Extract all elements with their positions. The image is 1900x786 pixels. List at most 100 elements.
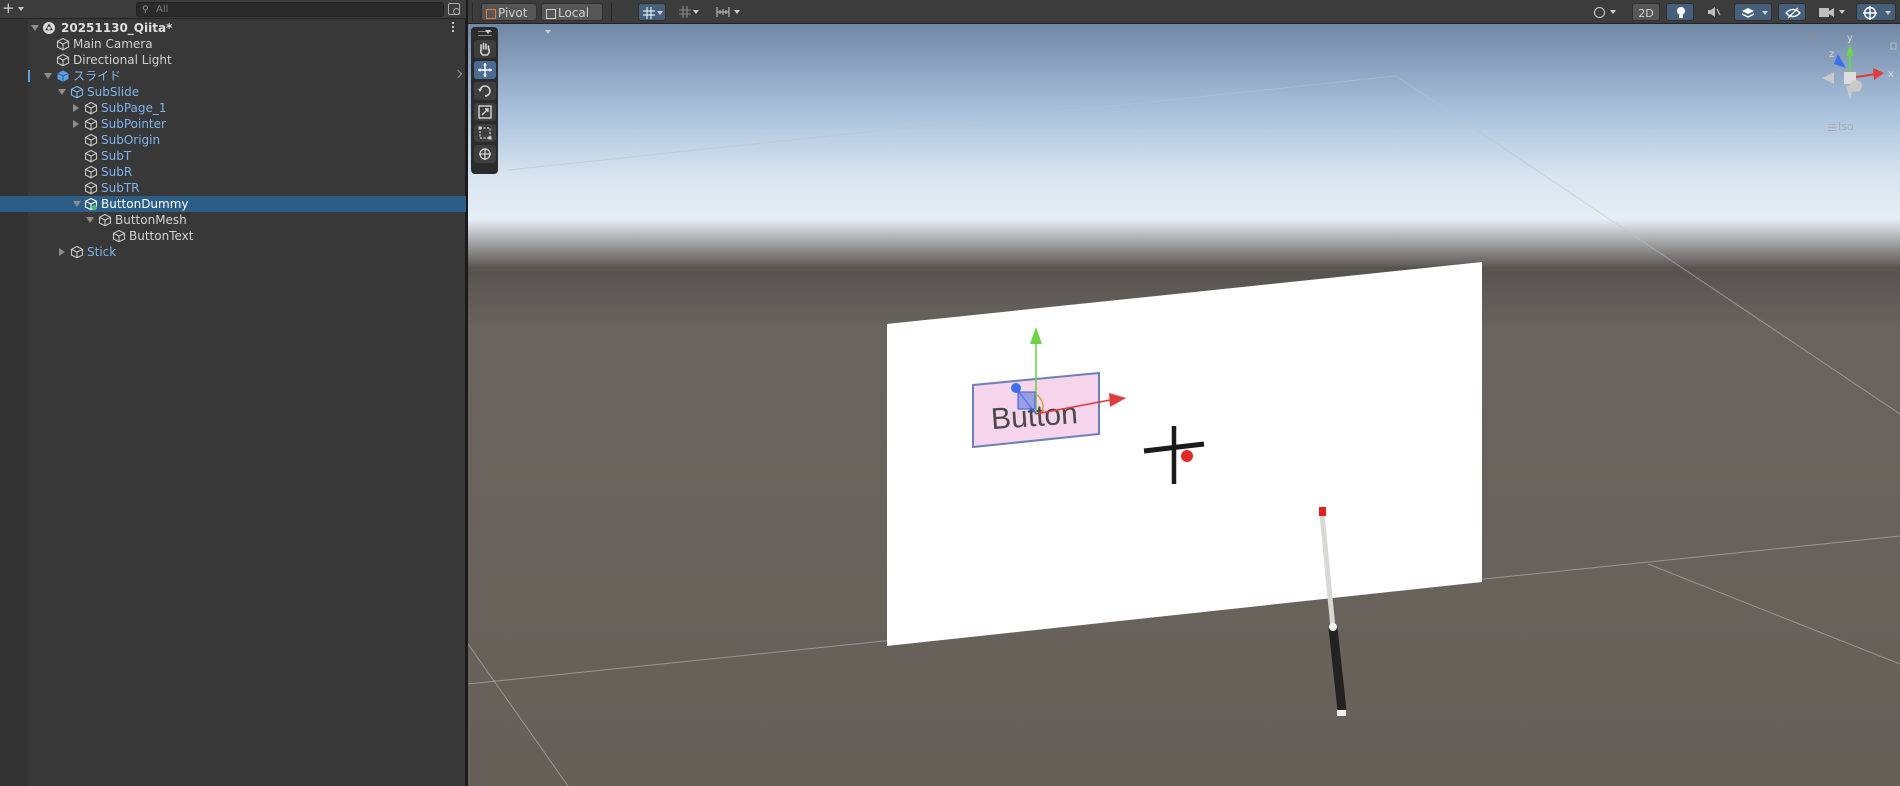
expand-arrow-icon[interactable]: [58, 89, 66, 95]
chevron-down-icon: [18, 7, 24, 11]
hierarchy-search-field[interactable]: ⚲: [136, 2, 444, 17]
skybox: [468, 24, 1900, 219]
grid-snapping-button[interactable]: [638, 3, 666, 21]
hierarchy-item-subt[interactable]: SubT: [0, 148, 466, 164]
move-tool-button[interactable]: [473, 61, 496, 79]
unity-scene-icon: [43, 22, 55, 34]
snap-icon: [679, 6, 691, 18]
cube-icon: [70, 85, 84, 99]
hierarchy-item-buttonmesh[interactable]: ButtonMesh: [0, 212, 466, 228]
scene-name: 20251130_Qiita*: [61, 21, 173, 35]
gizmo-lock-icon[interactable]: [1890, 42, 1897, 50]
item-label: SubOrigin: [101, 133, 161, 147]
kebab-menu-icon[interactable]: [451, 22, 455, 34]
item-label: SubPointer: [101, 117, 166, 131]
item-label: SubT: [101, 149, 132, 163]
hierarchy-item-suborigin[interactable]: SubOrigin: [0, 132, 466, 148]
item-label: Stick: [87, 245, 117, 259]
transform-tool-button[interactable]: [473, 145, 496, 163]
gizmo-y-label: y: [1847, 33, 1853, 44]
search-input[interactable]: [156, 3, 436, 16]
gizmos-icon: [1863, 6, 1877, 20]
camera-settings-dropdown[interactable]: [1814, 3, 1850, 21]
chevron-down-icon: [734, 10, 740, 14]
projection-label: Iso: [1838, 120, 1854, 133]
lighting-toggle-button[interactable]: [1666, 3, 1694, 21]
item-label: Directional Light: [73, 53, 172, 67]
hierarchy-item-buttondummy[interactable]: ButtonDummy: [0, 196, 466, 212]
scene-row[interactable]: 20251130_Qiita*: [0, 20, 466, 36]
hierarchy-item-subpage-1[interactable]: SubPage_1: [0, 100, 466, 116]
toolbar-separator: [611, 3, 612, 21]
rect-tool-button[interactable]: [473, 124, 496, 142]
expand-arrow-icon[interactable]: [31, 25, 39, 31]
search-icon: ⚲: [142, 5, 149, 15]
increment-snap-button[interactable]: [676, 3, 702, 21]
chevron-down-icon: [545, 29, 551, 34]
align-button[interactable]: [713, 3, 743, 21]
y-axis-cone-icon[interactable]: [1846, 44, 1854, 56]
hierarchy-item-directional-light[interactable]: Directional Light: [0, 52, 466, 68]
z-axis-cone-icon[interactable]: [1834, 54, 1846, 68]
expand-arrow-icon[interactable]: [86, 217, 94, 223]
scale-tool-button[interactable]: [473, 103, 496, 121]
rotate-tool-button[interactable]: [473, 82, 496, 100]
expand-arrow-icon[interactable]: [44, 73, 52, 79]
prefab-icon: [57, 70, 69, 82]
overlay-drag-handle-icon[interactable]: [1805, 33, 1819, 37]
gizmos-dropdown[interactable]: [1856, 3, 1896, 21]
cube-icon: [84, 149, 98, 163]
hierarchy-item-stick[interactable]: Stick: [0, 244, 466, 260]
scale-tool-icon: [477, 105, 492, 119]
audio-toggle-button[interactable]: [1700, 3, 1728, 21]
plus-icon: +: [2, 0, 15, 17]
effects-icon: [1741, 8, 1755, 18]
transform-tool-icon: [478, 148, 491, 160]
hierarchy-item-subtr[interactable]: SubTR: [0, 180, 466, 196]
collapse-arrow-icon[interactable]: [73, 104, 79, 112]
local-dropdown[interactable]: Local: [541, 3, 603, 34]
tool-palette: [471, 27, 498, 174]
effects-dropdown[interactable]: [1734, 3, 1772, 21]
horizon-haze: [468, 219, 1900, 267]
hierarchy-item-slide[interactable]: スライド: [0, 68, 466, 84]
chevron-down-icon: [1610, 10, 1616, 14]
collapse-arrow-icon[interactable]: [73, 120, 79, 128]
hierarchy-item-subr[interactable]: SubR: [0, 164, 466, 180]
toolbar-separator: [472, 3, 473, 21]
item-label: ButtonDummy: [101, 197, 189, 211]
collapse-arrow-icon[interactable]: [59, 248, 65, 256]
neg-x-cone-icon[interactable]: [1822, 72, 1834, 84]
scene-visibility-button[interactable]: [1778, 3, 1806, 21]
chevron-down-icon: [1839, 10, 1845, 14]
pivot-dropdown[interactable]: Pivot: [481, 3, 537, 34]
add-object-button[interactable]: +: [2, 1, 28, 17]
scene-view: Pivot Local 2D Button y x z Iso: [468, 0, 1900, 786]
shading-mode-dropdown[interactable]: [1588, 3, 1620, 21]
cube-icon: [84, 165, 98, 179]
2d-label: 2D: [1638, 7, 1654, 20]
lock-icon[interactable]: [448, 3, 460, 15]
audio-icon: [1708, 7, 1721, 17]
rotate-tool-icon: [477, 85, 491, 97]
lighting-icon: [1677, 7, 1685, 18]
hand-tool-button[interactable]: [473, 40, 496, 58]
hierarchy-item-main-camera[interactable]: Main Camera: [0, 36, 466, 52]
scene-viewport[interactable]: Button: [468, 24, 1900, 786]
2d-toggle-button[interactable]: 2D: [1632, 3, 1660, 21]
cube-icon: [112, 229, 126, 243]
hierarchy-item-subpointer[interactable]: SubPointer: [0, 116, 466, 132]
hierarchy-item-subslide[interactable]: SubSlide: [0, 84, 466, 100]
expand-arrow-icon[interactable]: [73, 201, 81, 207]
item-label: スライド: [73, 69, 122, 83]
projection-toggle[interactable]: Iso: [1828, 120, 1854, 133]
item-label: SubR: [101, 165, 133, 179]
cube-icon: [84, 133, 98, 147]
item-label: SubPage_1: [101, 101, 167, 115]
local-icon: [546, 8, 556, 19]
chevron-right-icon[interactable]: [453, 69, 463, 79]
x-axis-cone-icon[interactable]: [1873, 68, 1884, 80]
stick-tip: [1319, 507, 1326, 516]
plane-handle-icon[interactable]: [1017, 391, 1036, 410]
hierarchy-item-buttontext[interactable]: ButtonText: [0, 228, 466, 244]
